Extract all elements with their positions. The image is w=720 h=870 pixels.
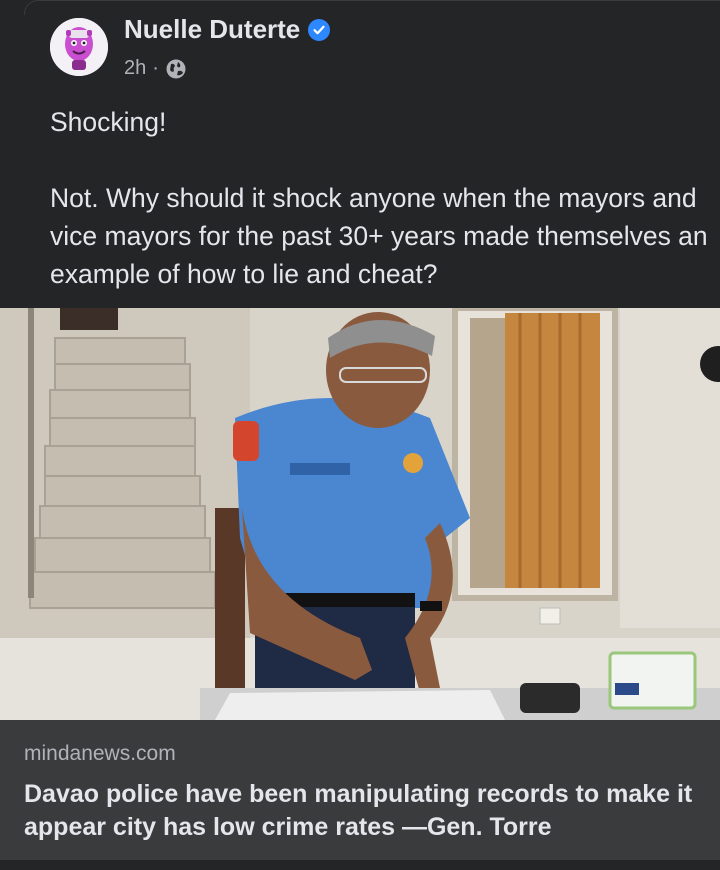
post-text-line-1: Shocking! [50,107,167,137]
photo-illustration [0,308,720,720]
post-photo[interactable] [0,308,720,720]
verified-badge-icon [308,18,331,41]
author-name[interactable]: Nuelle Duterte [124,14,300,45]
post-card-edge [24,0,720,15]
link-preview-card[interactable]: mindanews.com Davao police have been man… [0,720,720,860]
post-text-line-2: Not. Why should it shock anyone when the… [50,183,708,289]
link-headline[interactable]: Davao police have been manipulating reco… [24,778,704,844]
author-name-row: Nuelle Duterte [124,14,331,45]
link-domain: mindanews.com [24,742,176,765]
avatar-illustration [50,18,108,76]
facebook-post: Nuelle Duterte 2h · Shocking! Not. Why s… [0,0,720,870]
post-bottom-strip [0,860,720,870]
meta-separator: · [152,57,159,79]
author-avatar[interactable] [50,18,108,76]
globe-icon [166,59,186,78]
post-timestamp[interactable]: 2h [124,57,146,80]
post-text: Shocking! Not. Why should it shock anyon… [50,103,715,293]
post-meta: 2h · [124,57,187,80]
